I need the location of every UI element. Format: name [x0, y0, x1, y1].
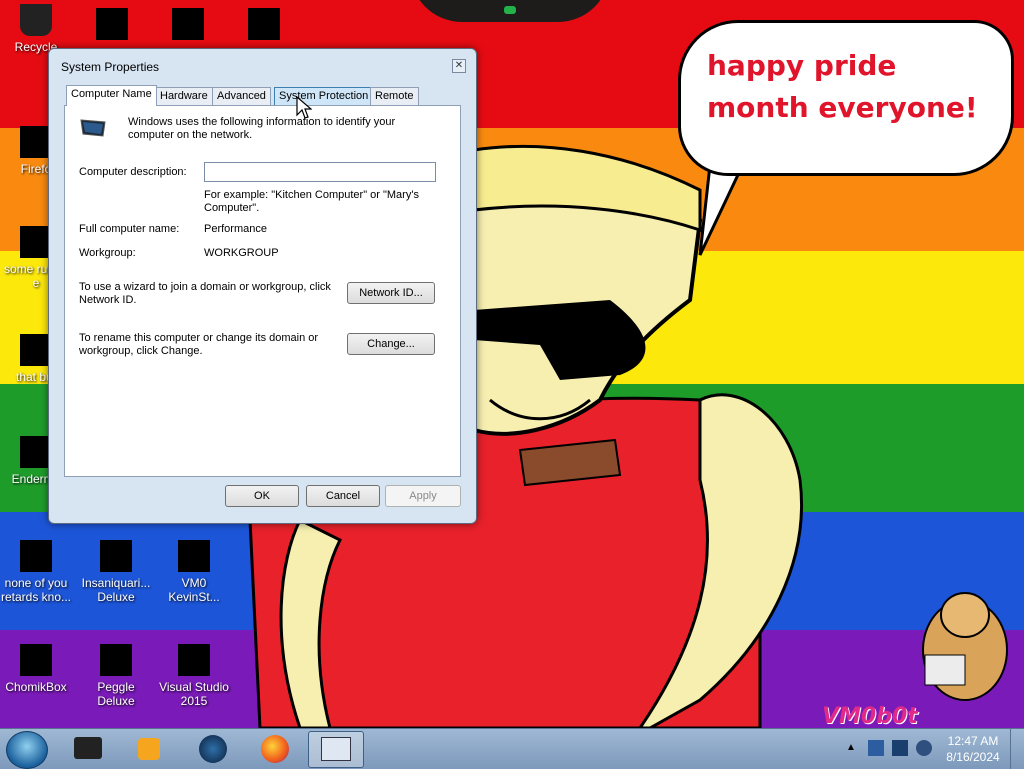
- change-button[interactable]: Change...: [347, 333, 435, 355]
- network-icon[interactable]: [892, 740, 908, 756]
- taskbar-browser[interactable]: [186, 731, 240, 766]
- game-icon: [100, 644, 132, 676]
- firefox-icon: [261, 735, 289, 763]
- desktop-icon-chomikbox[interactable]: ChomikBox: [0, 644, 72, 694]
- desktop-icon-insaniquarium[interactable]: Insaniquari... Deluxe: [80, 540, 152, 604]
- clock[interactable]: 12:47 AM 8/16/2024: [942, 733, 1004, 765]
- recycle-bin-icon: [20, 4, 52, 36]
- volume-icon[interactable]: [916, 740, 932, 756]
- computer-description-input[interactable]: [205, 163, 435, 181]
- computer-description-field[interactable]: [204, 162, 436, 182]
- file-icon: [178, 540, 210, 572]
- media-player-icon: [138, 738, 160, 760]
- clock-date: 8/16/2024: [946, 750, 1000, 764]
- mascot-label: VM0b0t: [822, 704, 918, 728]
- desktop-icon-visual-studio[interactable]: Visual Studio 2015: [158, 644, 230, 708]
- mouse-cursor-icon: [296, 96, 312, 119]
- taskbar-app-1[interactable]: [60, 731, 114, 766]
- example-text: For example: "Kitchen Computer" or "Mary…: [204, 189, 419, 214]
- tab-hardware[interactable]: Hardware: [155, 87, 213, 105]
- computer-name-panel: Windows uses the following information t…: [64, 105, 461, 477]
- system-properties-dialog: System Properties ✕ Computer Name Hardwa…: [48, 48, 477, 524]
- full-computer-name-value: Performance: [204, 223, 267, 235]
- file-icon: [248, 8, 280, 40]
- desktop-icon-recycle-bin[interactable]: Recycle: [0, 4, 72, 54]
- app-window-icon: [74, 737, 102, 759]
- taskbar-firefox[interactable]: [248, 731, 302, 766]
- dialog-titlebar[interactable]: System Properties ✕: [49, 49, 476, 79]
- workgroup-label: Workgroup:: [79, 247, 136, 259]
- taskbar-media-player[interactable]: [122, 731, 176, 766]
- taskbar: ▲ 12:47 AM 8/16/2024: [0, 728, 1024, 769]
- tab-remote[interactable]: Remote: [370, 87, 419, 105]
- file-icon: [96, 8, 128, 40]
- file-icon: [20, 540, 52, 572]
- desktop-icon-peggle[interactable]: Peggle Deluxe: [80, 644, 152, 708]
- visual-studio-icon: [178, 644, 210, 676]
- start-button[interactable]: [6, 731, 48, 769]
- system-properties-icon: [321, 737, 351, 761]
- full-computer-name-label: Full computer name:: [79, 223, 180, 235]
- intro-text: Windows uses the following information t…: [128, 116, 396, 141]
- tray-icon-1[interactable]: [868, 740, 884, 756]
- desktop-icon-none-of-you[interactable]: none of you retards kno...: [0, 540, 72, 604]
- show-hidden-icons-icon[interactable]: ▲: [846, 742, 856, 753]
- computer-monitor-icon: [80, 119, 106, 137]
- dialog-title: System Properties: [61, 60, 160, 74]
- show-desktop-button[interactable]: [1010, 729, 1024, 769]
- computer-description-label: Computer description:: [79, 166, 187, 178]
- network-id-text: To use a wizard to join a domain or work…: [79, 281, 331, 306]
- clock-time: 12:47 AM: [947, 734, 999, 748]
- apply-button: Apply: [385, 485, 461, 507]
- desktop-icon-vm0-kevinst[interactable]: VM0 KevinSt...: [158, 540, 230, 604]
- desktop-icon-top-4[interactable]: [228, 8, 300, 44]
- close-icon: ✕: [454, 60, 464, 71]
- close-button[interactable]: ✕: [452, 59, 466, 73]
- speech-bubble-text: happy pride month everyone!: [707, 49, 978, 124]
- chomikbox-icon: [20, 644, 52, 676]
- file-icon: [172, 8, 204, 40]
- globe-icon: [199, 735, 227, 763]
- ok-button[interactable]: OK: [225, 485, 299, 507]
- tab-computer-name[interactable]: Computer Name: [66, 85, 157, 106]
- taskbar-system-properties[interactable]: [308, 731, 364, 768]
- rename-text: To rename this computer or change its do…: [79, 332, 319, 357]
- workgroup-value: WORKGROUP: [204, 247, 279, 259]
- cancel-button[interactable]: Cancel: [306, 485, 380, 507]
- speech-bubble: happy pride month everyone!: [678, 20, 1014, 176]
- game-icon: [100, 540, 132, 572]
- network-id-button[interactable]: Network ID...: [347, 282, 435, 304]
- desktop-icon-top-2[interactable]: [76, 8, 148, 44]
- desktop-icon-top-3[interactable]: [152, 8, 224, 44]
- tab-advanced[interactable]: Advanced: [212, 87, 271, 105]
- tab-system-protection[interactable]: System Protection: [274, 87, 374, 105]
